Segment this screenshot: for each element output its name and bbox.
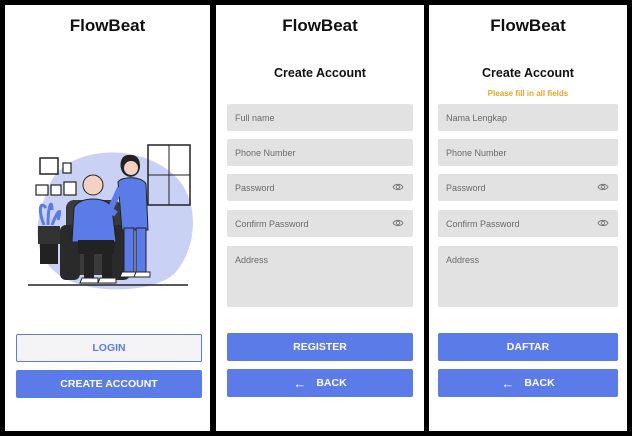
- password-input[interactable]: [227, 174, 413, 201]
- confirm-password-input[interactable]: [227, 210, 413, 237]
- address-input[interactable]: [438, 246, 618, 307]
- password-input[interactable]: [438, 174, 618, 201]
- confirm-password-input[interactable]: [438, 210, 618, 237]
- app-title: FlowBeat: [282, 16, 358, 35]
- phone-input[interactable]: [438, 139, 618, 166]
- eye-icon[interactable]: [597, 182, 609, 192]
- validation-message: Please fill in all fields: [487, 89, 569, 98]
- create-account-screen: FlowBeat Create Account REGISTER ← BACK: [216, 5, 424, 431]
- back-button-label: BACK: [316, 377, 347, 389]
- register-button[interactable]: REGISTER: [227, 333, 413, 361]
- phone-field: [227, 139, 413, 166]
- phone-field: [438, 139, 618, 166]
- confirm-password-field: [438, 210, 618, 237]
- full-name-field: [227, 104, 413, 131]
- full-name-input[interactable]: [227, 104, 413, 131]
- login-button[interactable]: LOGIN: [16, 334, 202, 362]
- eye-icon[interactable]: [597, 218, 609, 228]
- back-button-label: BACK: [524, 377, 555, 389]
- welcome-screen: FlowBeat LOGIN CREATE ACCOUNT: [5, 5, 210, 431]
- arrow-left-icon: ←: [501, 375, 515, 391]
- full-name-field: [438, 104, 618, 131]
- create-account-error-screen: FlowBeat Create Account Please fill in a…: [429, 5, 627, 431]
- address-field: [438, 246, 618, 307]
- full-name-input[interactable]: [438, 104, 618, 131]
- app-title: FlowBeat: [490, 16, 566, 35]
- confirm-password-field: [227, 210, 413, 237]
- back-button[interactable]: ← BACK: [438, 369, 618, 397]
- address-input[interactable]: [227, 246, 413, 307]
- app-title: FlowBeat: [69, 16, 146, 35]
- eye-icon[interactable]: [392, 182, 404, 192]
- password-field: [227, 174, 413, 201]
- caregiver-illustration: [28, 144, 193, 290]
- daftar-button[interactable]: DAFTAR: [438, 333, 618, 361]
- arrow-left-icon: ←: [293, 375, 307, 391]
- password-field: [438, 174, 618, 201]
- address-field: [227, 246, 413, 307]
- eye-icon[interactable]: [392, 218, 404, 228]
- create-account-button[interactable]: CREATE ACCOUNT: [16, 370, 202, 398]
- back-button[interactable]: ← BACK: [227, 369, 413, 397]
- page-heading: Create Account: [274, 66, 366, 80]
- page-heading: Create Account: [482, 66, 574, 80]
- phone-input[interactable]: [227, 139, 413, 166]
